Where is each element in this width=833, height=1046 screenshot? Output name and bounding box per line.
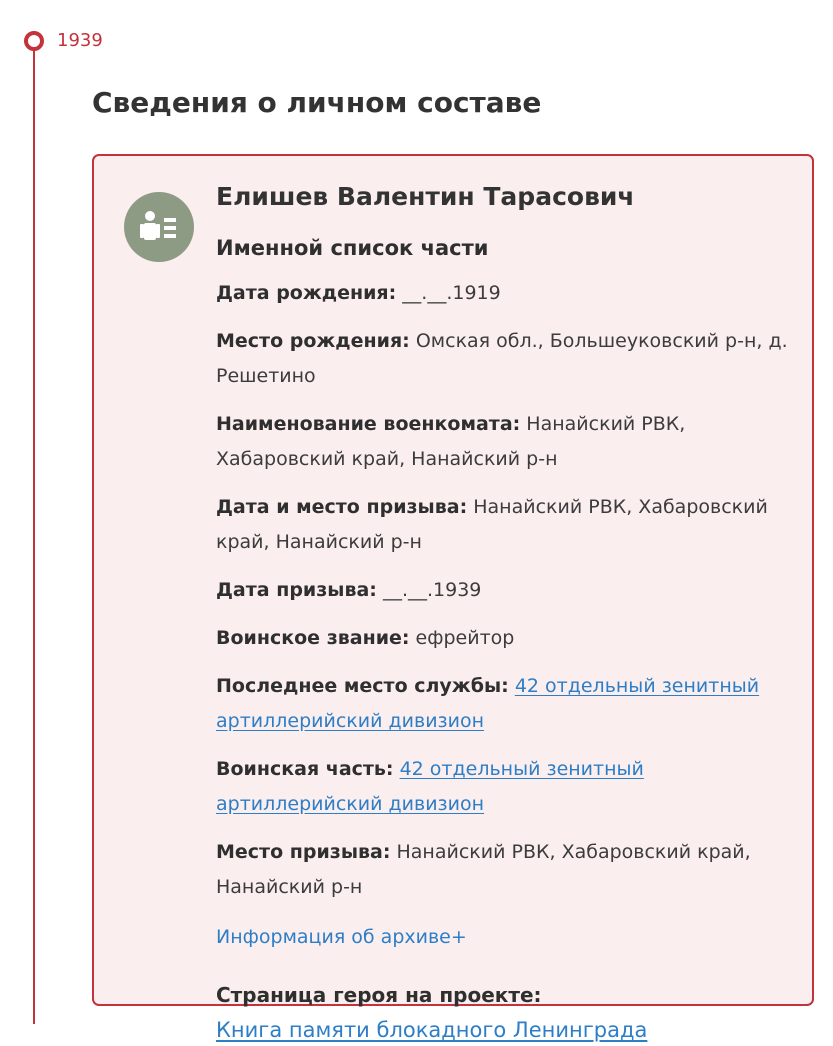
last-service-place-label: Последнее место службы: <box>216 675 509 697</box>
archive-info-link[interactable]: Информация об архиве+ <box>216 922 467 952</box>
birth-place-label: Место рождения: <box>216 330 410 352</box>
rank-field: Воинское звание: ефрейтор <box>216 621 788 656</box>
birth-date-field: Дата рождения: __.__.1919 <box>216 276 788 311</box>
draft-place-label: Место призыва: <box>216 841 391 863</box>
record-title: Именной список части <box>216 236 489 260</box>
draft-date-place-label: Дата и место призыва: <box>216 496 468 518</box>
person-name: Елишев Валентин Тарасович <box>216 182 635 211</box>
page-container: 1939 Сведения о личном составе Елишев Ва… <box>0 0 833 1042</box>
timeline-line <box>33 40 35 1024</box>
timeline-year: 1939 <box>57 30 103 51</box>
timeline-dot-icon <box>24 31 44 51</box>
rank-value: ефрейтор <box>415 627 515 649</box>
draft-date-field: Дата призыва: __.__.1939 <box>216 573 788 608</box>
hero-page-label: Страница героя на проекте: <box>216 983 542 1007</box>
card-content: Елишев Валентин Тарасович Именной список… <box>216 180 788 1046</box>
section-title: Сведения о личном составе <box>92 86 542 119</box>
military-unit-field: Воинская часть: 42 отдельный зенитный ар… <box>216 752 788 822</box>
birth-date-value: __.__.1919 <box>402 282 501 304</box>
draft-date-value: __.__.1939 <box>382 579 482 601</box>
commissariat-label: Наименование военкомата: <box>216 413 521 435</box>
person-list-icon <box>124 192 194 262</box>
birth-place-field: Место рождения: Омская обл., Большеуковс… <box>216 324 788 394</box>
hero-page-link[interactable]: Книга памяти блокадного Ленинграда <box>216 1014 647 1046</box>
birth-date-label: Дата рождения: <box>216 282 397 304</box>
military-unit-label: Воинская часть: <box>216 758 394 780</box>
hero-page-section: Страница героя на проекте: Книга памяти … <box>216 980 788 1046</box>
last-service-place-field: Последнее место службы: 42 отдельный зен… <box>216 669 788 739</box>
draft-date-place-field: Дата и место призыва: Нанайский РВК, Хаб… <box>216 490 788 560</box>
rank-label: Воинское звание: <box>216 627 410 649</box>
personnel-card: Елишев Валентин Тарасович Именной список… <box>92 154 814 1042</box>
draft-date-label: Дата призыва: <box>216 579 377 601</box>
commissariat-field: Наименование военкомата: Нанайский РВК, … <box>216 407 788 477</box>
draft-place-field: Место призыва: Нанайский РВК, Хабаровски… <box>216 835 788 905</box>
